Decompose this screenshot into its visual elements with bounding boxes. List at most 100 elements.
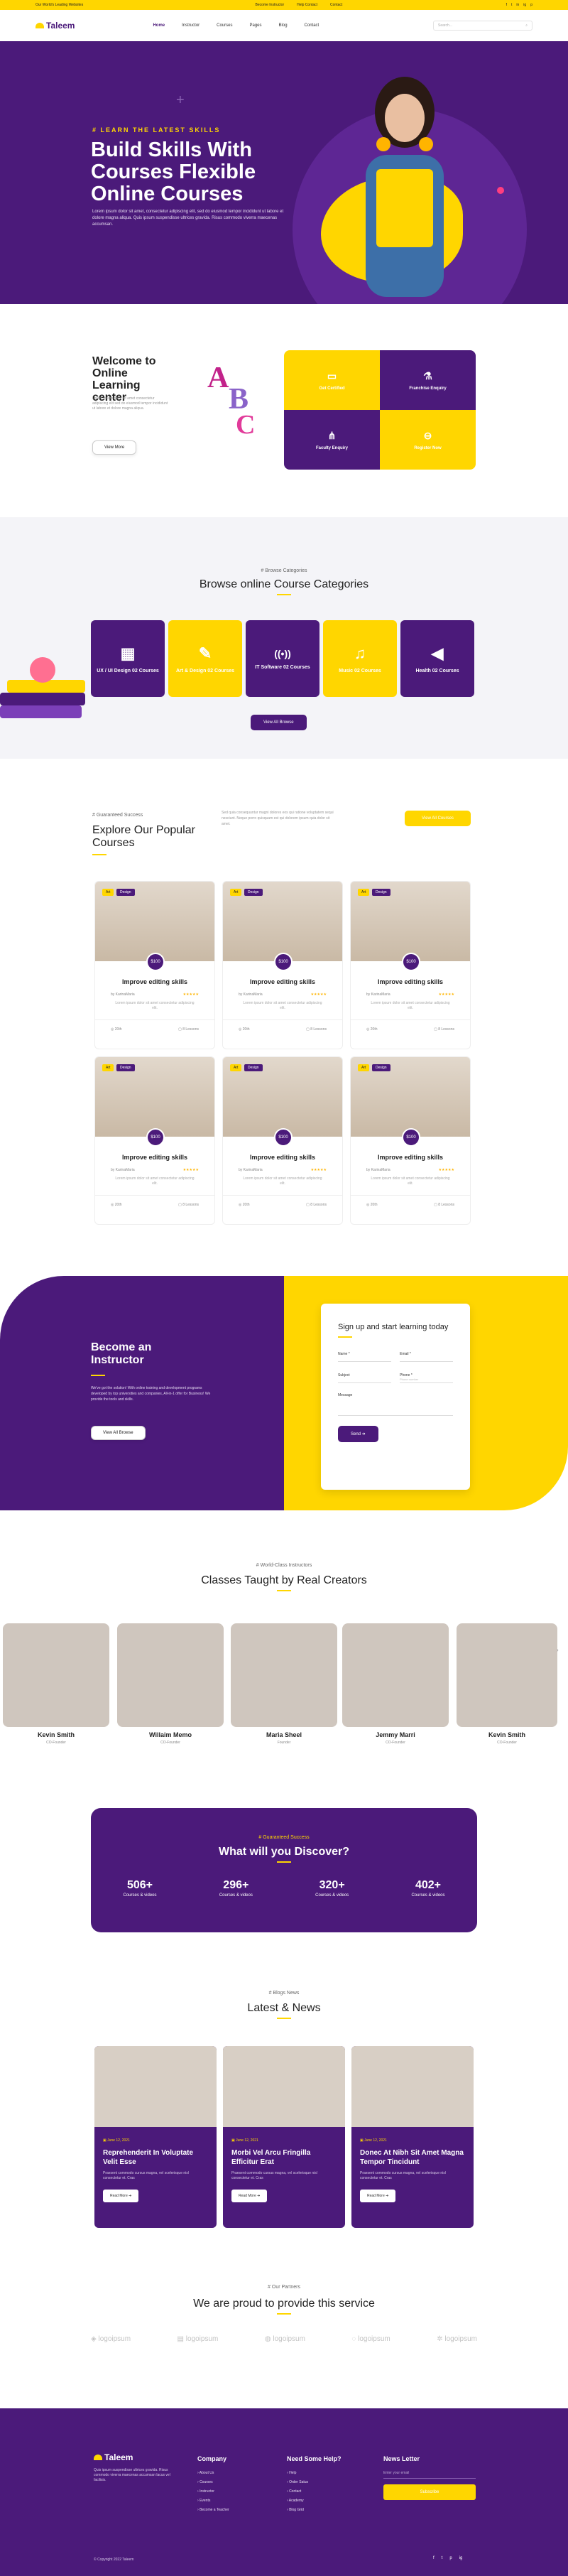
facebook-icon[interactable]: f	[433, 2556, 435, 2560]
course-card[interactable]: Art Design $100 Improve editing skills b…	[222, 1056, 343, 1225]
news-card[interactable]: ▣ June 12, 2021 Donec At Nibh Sit Amet M…	[351, 2046, 474, 2228]
nav-courses[interactable]: Courses	[217, 23, 232, 28]
category-music[interactable]: ♫ Music 02 Courses	[323, 620, 397, 697]
rating-stars-icon: ★★★★★	[438, 992, 454, 997]
students-count: ◎ 20th	[239, 1027, 250, 1032]
partner-logo[interactable]: ◌ logoipsum	[351, 2335, 390, 2343]
name-field[interactable]: Name *	[338, 1351, 391, 1362]
footer-link[interactable]: › About Us	[197, 2471, 229, 2475]
teacher-card[interactable]: Jemmy Marri CO-Founder	[342, 1623, 449, 1745]
footer-link[interactable]: › Become a Teacher	[197, 2508, 229, 2512]
course-title[interactable]: Improve editing skills	[351, 1154, 470, 1161]
nav-pages[interactable]: Pages	[250, 23, 262, 28]
pinterest-icon[interactable]: p	[530, 3, 532, 7]
email-field[interactable]: Email *	[400, 1351, 453, 1362]
nav-instructor[interactable]: Instructor	[182, 23, 200, 28]
footer-heading: Company	[197, 2455, 227, 2462]
subscribe-button[interactable]: Subscribe	[383, 2484, 476, 2500]
tile-get-certified[interactable]: ▭ Get Certified	[284, 350, 380, 410]
course-title[interactable]: Improve editing skills	[95, 978, 214, 985]
logo-text: Taleem	[46, 21, 75, 31]
top-link-instructor[interactable]: Become Instructor	[256, 3, 285, 7]
teacher-photo	[231, 1623, 337, 1727]
category-health[interactable]: ◀ Health 02 Courses	[400, 620, 474, 697]
course-card[interactable]: Art Design $100 Improve editing skills b…	[94, 881, 215, 1049]
news-card[interactable]: ▣ June 12, 2021 Reprehenderit In Volupta…	[94, 2046, 217, 2228]
category-art-design[interactable]: ✎ Art & Design 02 Courses	[168, 620, 242, 697]
news-card[interactable]: ▣ June 12, 2021 Morbi Vel Arcu Fringilla…	[223, 2046, 345, 2228]
teacher-role: CO-Founder	[497, 1741, 517, 1745]
nav-blog[interactable]: Blog	[279, 23, 288, 28]
course-title[interactable]: Improve editing skills	[95, 1154, 214, 1161]
category-ux-ui-design[interactable]: ▦ UX / UI Design 02 Courses	[91, 620, 165, 697]
top-link-contact[interactable]: Contact	[330, 3, 342, 7]
top-link-help[interactable]: Help Contact	[297, 3, 317, 7]
instagram-icon[interactable]: ig	[523, 3, 526, 7]
phone-field[interactable]: Phone * Phone number	[400, 1372, 453, 1383]
partner-logo[interactable]: ✲ logoipsum	[437, 2335, 477, 2343]
category-it-software[interactable]: ((•)) IT Software 02 Courses	[246, 620, 320, 697]
twitter-icon[interactable]: t	[511, 3, 512, 7]
footer-link[interactable]: › Order Satus	[287, 2480, 342, 2484]
top-bar-text: Our World's Leading Websites	[36, 3, 84, 7]
teacher-role: CO-Founder	[46, 1741, 66, 1745]
footer-link[interactable]: › Help	[287, 2471, 342, 2475]
link-icon: ⊖	[423, 429, 432, 441]
course-card[interactable]: Art Design $100 Improve editing skills b…	[350, 881, 471, 1049]
footer-link[interactable]: › Academy	[287, 2499, 342, 2503]
teacher-name: Willaim Memo	[149, 1731, 192, 1738]
footer-link[interactable]: › Blog Grid	[287, 2508, 342, 2512]
news-title[interactable]: Donec At Nibh Sit Amet Magna Tempor Tinc…	[360, 2148, 465, 2167]
news-title[interactable]: Morbi Vel Arcu Fringilla Efficitur Erat	[231, 2148, 337, 2167]
news-title[interactable]: Reprehenderit In Voluptate Velit Esse	[103, 2148, 208, 2167]
partner-logo[interactable]: ◈ logoipsum	[91, 2335, 131, 2343]
facebook-icon[interactable]: f	[506, 3, 507, 7]
news-date: ▣ June 12, 2021	[231, 2138, 258, 2143]
read-more-button[interactable]: Read More ➜	[360, 2190, 396, 2202]
pinterest-icon[interactable]: p	[449, 2556, 452, 2560]
nav-home[interactable]: Home	[153, 23, 165, 28]
course-card[interactable]: Art Design $100 Improve editing skills b…	[350, 1056, 471, 1225]
footer-logo[interactable]: Taleem	[94, 2452, 179, 2462]
newsletter-email-input[interactable]: Enter your email	[383, 2471, 476, 2479]
course-title[interactable]: Improve editing skills	[351, 978, 470, 985]
footer-link[interactable]: › Instructor	[197, 2489, 229, 2494]
teacher-card[interactable]: Maria Sheel Founder	[231, 1623, 337, 1745]
view-all-browse-button[interactable]: View All Browse	[251, 715, 307, 730]
send-button[interactable]: Send ➜	[338, 1426, 378, 1442]
twitter-icon[interactable]: t	[442, 2556, 443, 2560]
partner-logo[interactable]: ▤ logoipsum	[178, 2335, 219, 2343]
teacher-card[interactable]: Kevin Smith CO-Founder	[457, 1623, 557, 1745]
teacher-card[interactable]: Kevin Smith CO-Founder	[3, 1623, 109, 1745]
instagram-icon[interactable]: ig	[459, 2556, 463, 2560]
site-logo[interactable]: Taleem	[36, 21, 75, 31]
search-icon[interactable]: ⌕	[525, 23, 528, 28]
course-title[interactable]: Improve editing skills	[223, 1154, 342, 1161]
linkedin-icon[interactable]: in	[516, 3, 519, 7]
search-input[interactable]: Search... ⌕	[433, 21, 532, 31]
instructor-view-all-button[interactable]: View All Browse	[91, 1426, 146, 1440]
partner-logo[interactable]: ◍ logoipsum	[265, 2335, 305, 2343]
view-more-button[interactable]: View More	[92, 440, 137, 455]
footer-link[interactable]: › Contact	[287, 2489, 342, 2494]
course-card[interactable]: Art Design $100 Improve editing skills b…	[222, 881, 343, 1049]
nav-contact[interactable]: Contact	[305, 23, 320, 28]
course-title[interactable]: Improve editing skills	[223, 978, 342, 985]
message-field[interactable]: Message	[338, 1392, 453, 1416]
svg-text:A: A	[207, 362, 229, 394]
carousel-next-icon[interactable]: ›	[557, 1647, 559, 1653]
tile-franchise-enquiry[interactable]: ⚗ Franchise Enquiry	[380, 350, 476, 410]
tile-faculty-enquiry[interactable]: ⋔ Faculty Enquiry	[284, 410, 380, 470]
course-card[interactable]: Art Design $100 Improve editing skills b…	[94, 1056, 215, 1225]
footer-link[interactable]: › Events	[197, 2499, 229, 2503]
read-more-button[interactable]: Read More ➜	[231, 2190, 268, 2202]
teacher-card[interactable]: Willaim Memo CO-Founder	[117, 1623, 224, 1745]
view-all-courses-button[interactable]: View All Courses	[405, 811, 471, 826]
footer-help: Need Some Help? › Help › Order Satus › C…	[287, 2455, 342, 2517]
read-more-button[interactable]: Read More ➜	[103, 2190, 139, 2202]
subject-field[interactable]: Subject	[338, 1372, 391, 1383]
courses-desc: Sed quia consequuntur magni dolores eos …	[222, 811, 334, 826]
footer-link[interactable]: › Courses	[197, 2480, 229, 2484]
tile-register-now[interactable]: ⊖ Register Now	[380, 410, 476, 470]
logo-mark-icon	[36, 23, 44, 28]
